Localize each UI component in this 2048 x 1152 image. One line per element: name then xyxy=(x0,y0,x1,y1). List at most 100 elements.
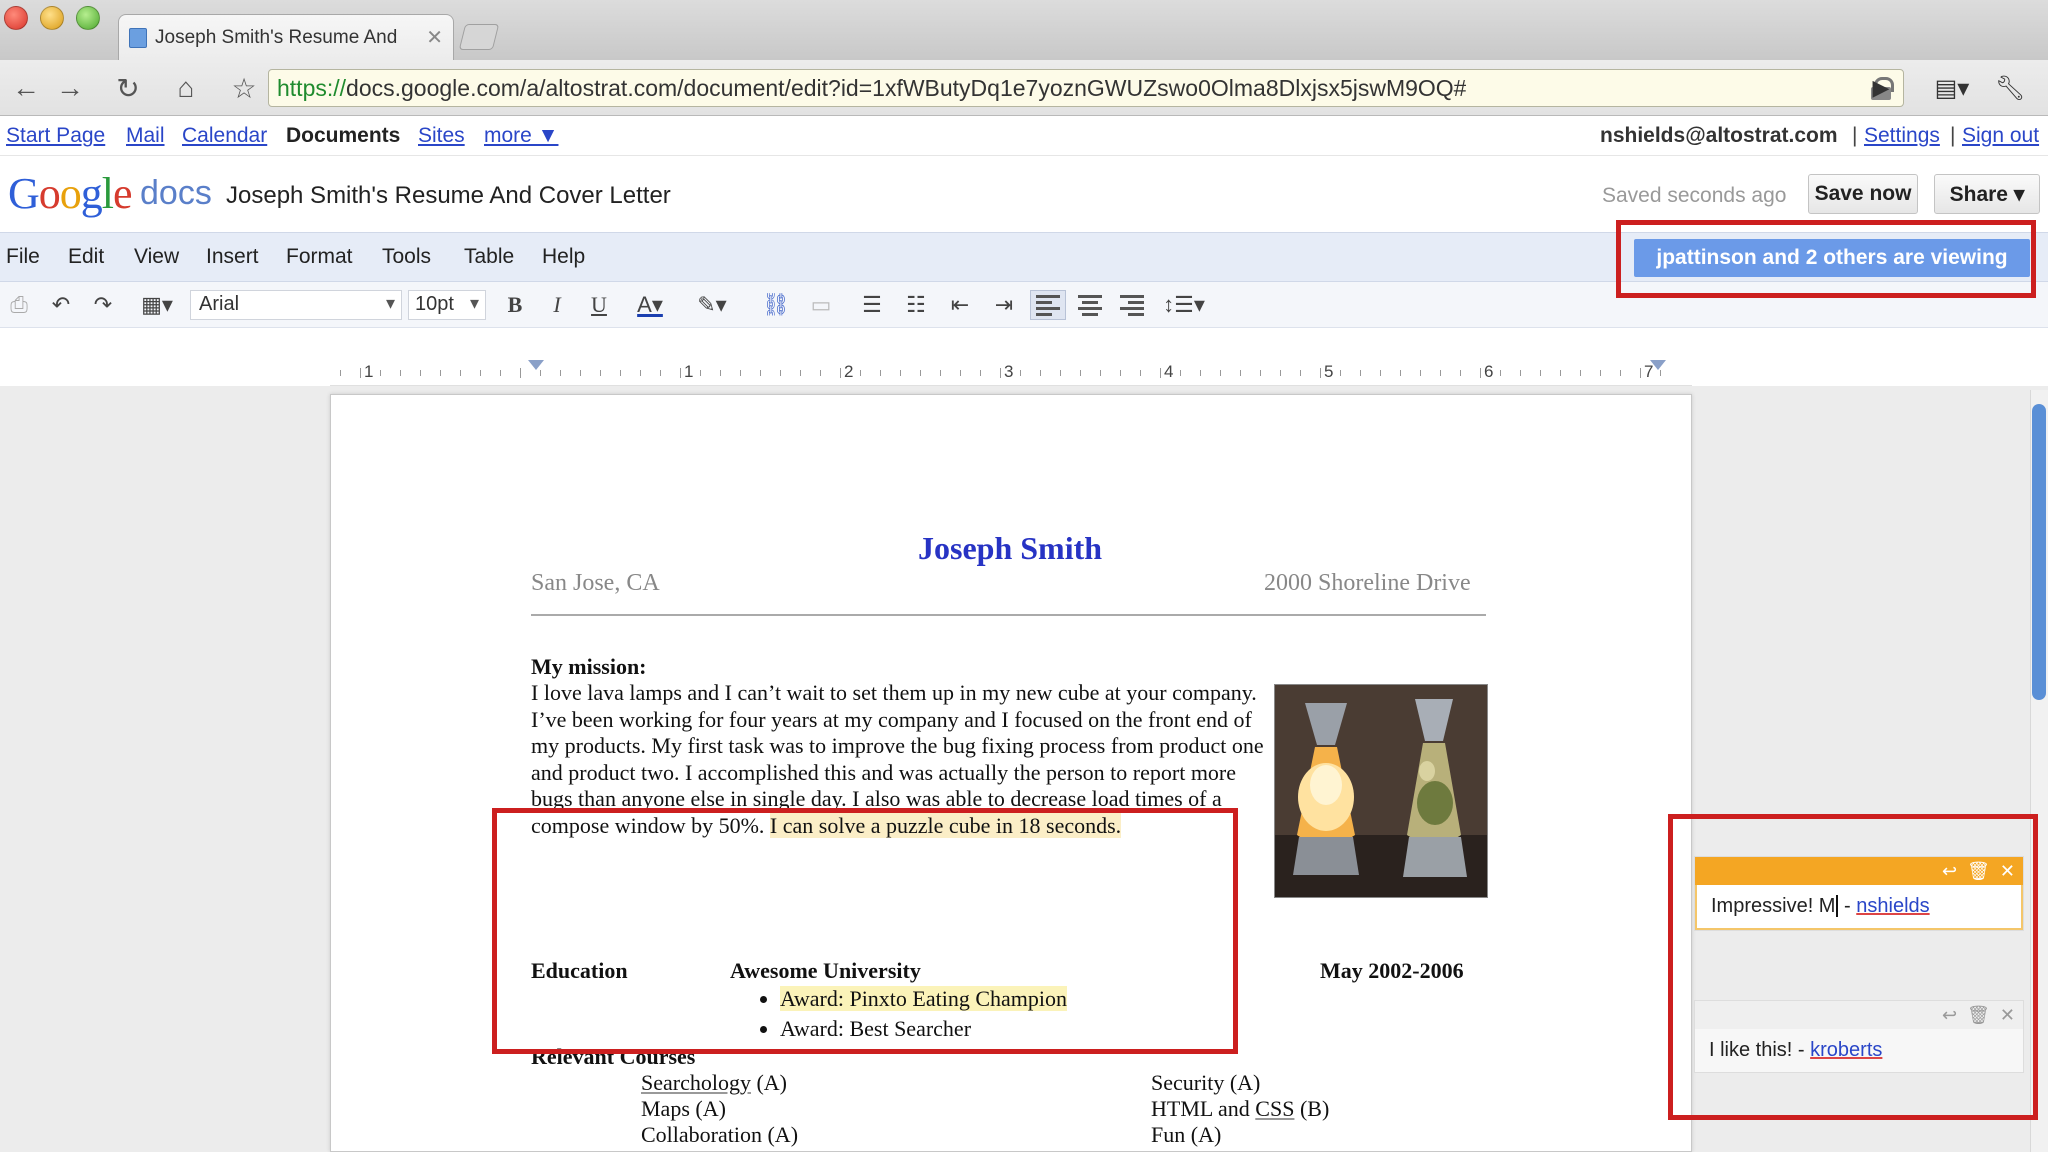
ruler-tick xyxy=(980,370,981,376)
save-now-button[interactable]: Save now xyxy=(1808,174,1918,214)
ruler-tick xyxy=(840,368,841,378)
course-grade: (A) xyxy=(1185,1122,1222,1147)
align-right-icon[interactable] xyxy=(1116,290,1148,320)
numbered-list-icon[interactable]: ☰ xyxy=(856,290,888,320)
link-icon[interactable]: ⛓︎ xyxy=(760,290,792,320)
undo-icon[interactable]: ↶ xyxy=(46,290,76,320)
menu-edit[interactable]: Edit xyxy=(68,245,104,269)
underline-icon[interactable]: U xyxy=(584,290,614,320)
text-color-icon[interactable]: A▾ xyxy=(626,290,674,320)
course-item[interactable]: Collaboration (A) xyxy=(641,1122,798,1148)
ruler-tick xyxy=(740,370,741,376)
image-icon[interactable]: ▭ xyxy=(806,290,836,320)
right-indent-marker[interactable] xyxy=(1650,360,1666,370)
ruler-label: 2 xyxy=(844,362,854,381)
mail-link[interactable]: Mail xyxy=(126,124,165,148)
mission-heading[interactable]: My mission: xyxy=(531,654,647,680)
education-dates[interactable]: May 2002-2006 xyxy=(1320,958,1464,984)
align-center-icon[interactable] xyxy=(1074,290,1106,320)
forward-icon[interactable]: → xyxy=(52,70,88,106)
italic-icon[interactable]: I xyxy=(542,290,572,320)
menu-tools[interactable]: Tools xyxy=(382,245,431,269)
bulleted-list-icon[interactable]: ☷ xyxy=(900,290,932,320)
url-text: docs.google.com/a/altostrat.com/document… xyxy=(346,74,1467,101)
menu-view[interactable]: View xyxy=(134,245,179,269)
menu-help[interactable]: Help xyxy=(542,245,585,269)
ruler-tick xyxy=(1540,370,1541,376)
sites-link[interactable]: Sites xyxy=(418,124,465,148)
lava-lamp-image[interactable] xyxy=(1274,684,1488,898)
browser-titlebar: Joseph Smith's Resume And ✕ xyxy=(0,0,2048,60)
ruler-tick xyxy=(1340,370,1341,376)
course-item[interactable]: Maps (A) xyxy=(641,1096,726,1122)
ruler-tick xyxy=(1460,370,1461,376)
ruler-tick xyxy=(1420,370,1421,376)
course-grade: (A) xyxy=(750,1070,788,1095)
line-spacing-icon[interactable]: ↕☰▾ xyxy=(1160,290,1208,320)
course-name: Maps xyxy=(641,1096,690,1121)
increase-indent-icon[interactable]: ⇥ xyxy=(988,290,1020,320)
font-family-select[interactable]: Arial xyxy=(190,290,402,320)
menu-file[interactable]: File xyxy=(6,245,40,269)
annotation-box-comments xyxy=(1668,814,2038,1120)
ruler-tick xyxy=(1060,370,1061,376)
browser-toolbar: ← → ↻ ⌂ ☆ https:// docs.google.com/a/alt… xyxy=(0,60,2048,116)
minimize-window-icon[interactable] xyxy=(40,6,64,30)
ruler-tick xyxy=(1000,368,1001,378)
google-bar: Start Page Mail Calendar Documents Sites… xyxy=(0,116,2048,156)
play-icon[interactable]: ▶ xyxy=(1866,70,1896,106)
address-bar[interactable]: https:// docs.google.com/a/altostrat.com… xyxy=(268,69,1904,107)
ruler-tick xyxy=(1140,370,1141,376)
resume-name[interactable]: Joseph Smith xyxy=(918,530,1102,567)
ruler-tick xyxy=(940,370,941,376)
align-left-icon[interactable] xyxy=(1030,290,1066,320)
reload-icon[interactable]: ↻ xyxy=(110,70,146,106)
resume-location[interactable]: San Jose, CA xyxy=(531,570,660,597)
close-window-icon[interactable] xyxy=(4,6,28,30)
course-item[interactable]: Fun (A) xyxy=(1151,1122,1221,1148)
sign-out-link[interactable]: Sign out xyxy=(1962,124,2039,148)
highlight-color-icon[interactable]: ✎▾ xyxy=(688,290,736,320)
new-tab-button[interactable] xyxy=(458,24,500,50)
redo-icon[interactable]: ↷ xyxy=(88,290,118,320)
course-item[interactable]: Searchology (A) xyxy=(641,1070,787,1096)
course-name: Security xyxy=(1151,1070,1225,1095)
ruler-tick xyxy=(1220,370,1221,376)
wrench-icon[interactable]: 🔧︎ xyxy=(1988,70,2032,106)
font-size-select[interactable]: 10pt xyxy=(408,290,486,320)
tab-close-icon[interactable]: ✕ xyxy=(426,25,443,50)
ruler-tick xyxy=(1180,370,1181,376)
left-indent-marker[interactable] xyxy=(528,360,544,370)
calendar-link[interactable]: Calendar xyxy=(182,124,267,148)
decrease-indent-icon[interactable]: ⇤ xyxy=(944,290,976,320)
menu-format[interactable]: Format xyxy=(286,245,353,269)
menu-insert[interactable]: Insert xyxy=(206,245,259,269)
zoom-window-icon[interactable] xyxy=(76,6,100,30)
page-icon[interactable]: ▤▾ xyxy=(1930,70,1974,106)
course-name: Collaboration xyxy=(641,1122,762,1147)
home-icon[interactable]: ⌂ xyxy=(168,70,204,106)
ruler-tick xyxy=(1660,370,1661,376)
course-grade: (B) xyxy=(1294,1096,1330,1121)
menu-table[interactable]: Table xyxy=(464,245,514,269)
more-menu[interactable]: more ▼ xyxy=(484,124,558,148)
share-button[interactable]: Share ▾ xyxy=(1934,174,2040,214)
course-item[interactable]: HTML and CSS (B) xyxy=(1151,1096,1329,1122)
back-icon[interactable]: ← xyxy=(8,70,44,106)
google-logo[interactable]: Google xyxy=(8,168,133,219)
bold-icon[interactable]: B xyxy=(500,290,530,320)
document-title[interactable]: Joseph Smith's Resume And Cover Letter xyxy=(226,182,671,210)
browser-tab[interactable]: Joseph Smith's Resume And ✕ xyxy=(118,14,454,60)
resume-address[interactable]: 2000 Shoreline Drive xyxy=(1264,570,1471,597)
ruler-tick xyxy=(620,370,621,376)
course-item[interactable]: Security (A) xyxy=(1151,1070,1260,1096)
styles-icon[interactable]: ▦▾ xyxy=(134,290,180,320)
ruler: 1 1 2 3 4 5 6 7 xyxy=(330,360,1692,386)
settings-link[interactable]: Settings xyxy=(1864,124,1940,148)
documents-link[interactable]: Documents xyxy=(286,124,400,148)
star-icon[interactable]: ☆ xyxy=(226,70,262,106)
scrollbar-thumb[interactable] xyxy=(2032,404,2046,700)
start-page-link[interactable]: Start Page xyxy=(6,124,105,148)
print-icon[interactable]: ⎙ xyxy=(4,290,34,320)
ruler-tick xyxy=(360,368,361,378)
